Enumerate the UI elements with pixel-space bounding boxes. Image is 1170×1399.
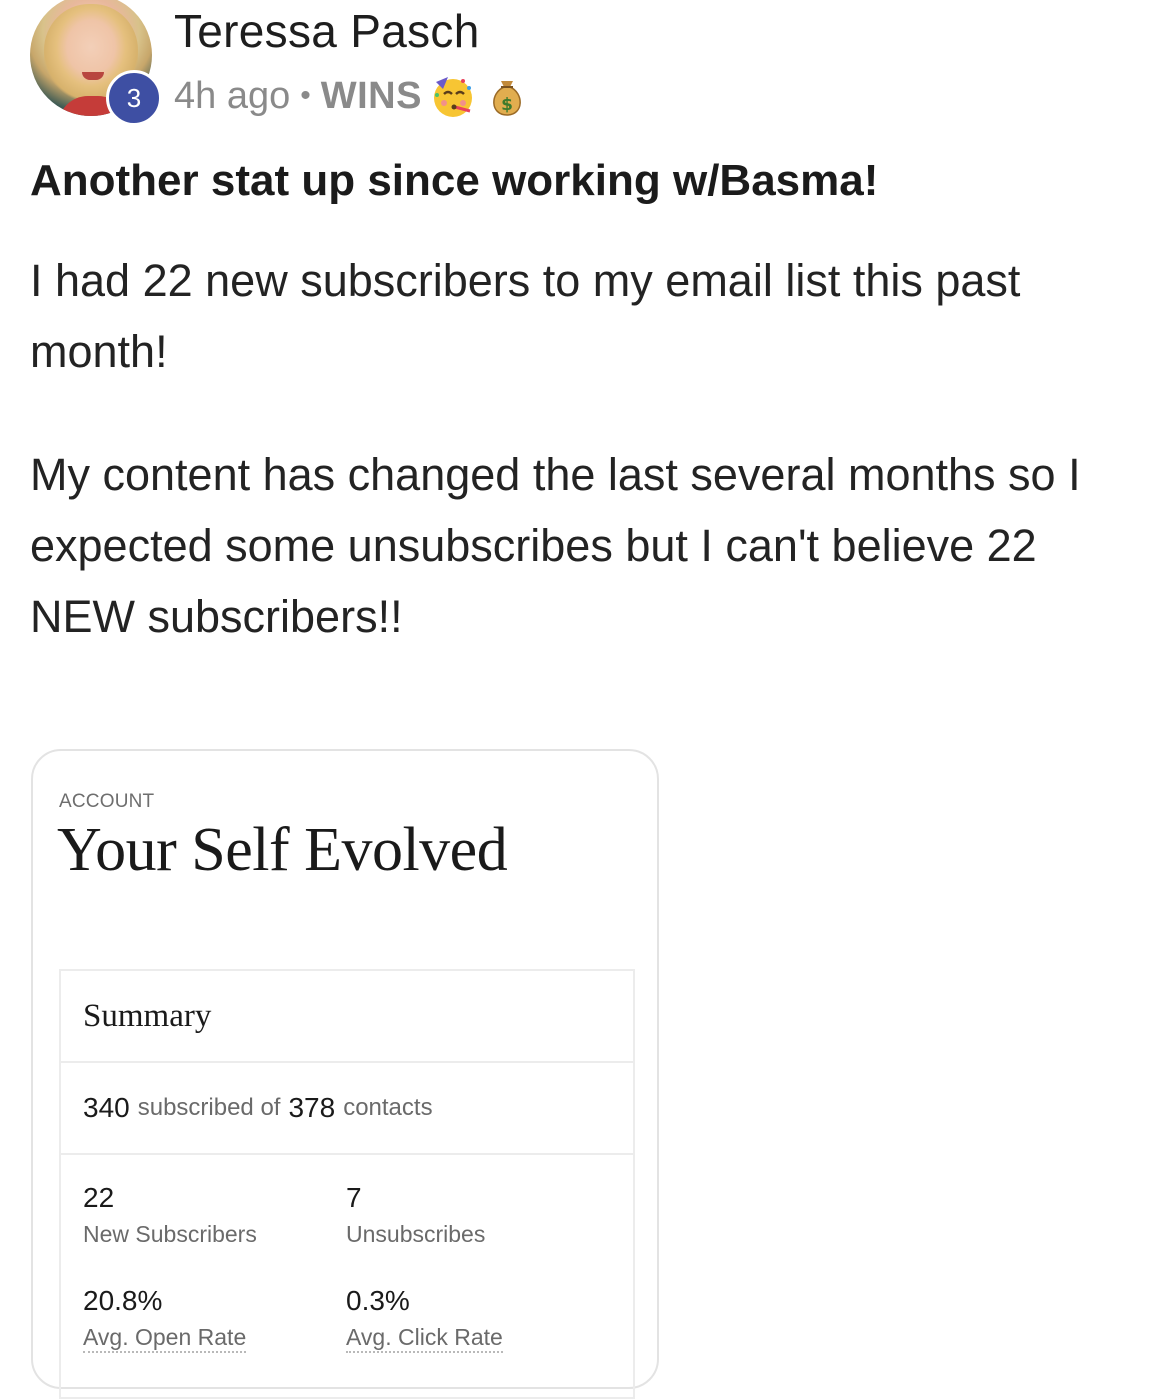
meta-separator: • <box>300 79 311 112</box>
stat-label: New Subscribers <box>83 1221 257 1247</box>
post-category[interactable]: WINS <box>321 75 422 118</box>
account-name: Your Self Evolved <box>57 816 508 884</box>
partying-face-icon <box>430 73 476 119</box>
subscribed-count: 340 <box>83 1092 130 1123</box>
stat-unsubscribes: 7 Unsubscribes <box>346 1181 609 1248</box>
stat-value: 7 <box>346 1182 362 1213</box>
stat-label: Avg. Open Rate <box>83 1324 247 1353</box>
summary-panel: Summary 340 subscribed of 378 contacts 2… <box>59 969 635 1399</box>
post-time: 4h ago <box>174 74 291 117</box>
stat-value: 20.8% <box>83 1285 163 1316</box>
stat-open-rate: 20.8% Avg. Open Rate <box>83 1284 346 1353</box>
contacts-summary: 340 subscribed of 378 contacts <box>61 1063 633 1155</box>
stat-new-subscribers: 22 New Subscribers <box>83 1181 346 1248</box>
contacts-label: contacts <box>343 1094 433 1121</box>
post-paragraph: I had 22 new subscribers to my email lis… <box>30 255 1021 377</box>
post-meta: 4h ago • WINS $ <box>174 70 530 122</box>
post-header: 3 Teressa Pasch 4h ago • WINS $ <box>30 0 1140 140</box>
stat-label: Unsubscribes <box>346 1221 486 1247</box>
stat-click-rate: 0.3% Avg. Click Rate <box>346 1284 609 1353</box>
level-badge: 3 <box>106 70 162 126</box>
attached-image[interactable]: ACCOUNT Your Self Evolved Summary 340 su… <box>31 749 659 1399</box>
post-paragraph: My content has changed the last several … <box>30 449 1081 642</box>
stat-label: Avg. Click Rate <box>346 1324 503 1353</box>
stat-value: 0.3% <box>346 1285 410 1316</box>
svg-text:$: $ <box>501 95 513 115</box>
account-eyebrow: ACCOUNT <box>59 791 155 812</box>
post-body: I had 22 new subscribers to my email lis… <box>30 245 1150 652</box>
author-name[interactable]: Teressa Pasch <box>174 4 480 58</box>
subscribed-label: subscribed of <box>137 1094 281 1121</box>
summary-title: Summary <box>61 971 633 1063</box>
contacts-count: 378 <box>288 1092 336 1123</box>
stats-grid: 22 New Subscribers 7 Unsubscribes 20.8% … <box>61 1155 633 1353</box>
post-title: Another stat up since working w/Basma! <box>30 156 879 205</box>
money-bag-icon: $ <box>484 73 530 119</box>
stat-value: 22 <box>83 1182 115 1213</box>
